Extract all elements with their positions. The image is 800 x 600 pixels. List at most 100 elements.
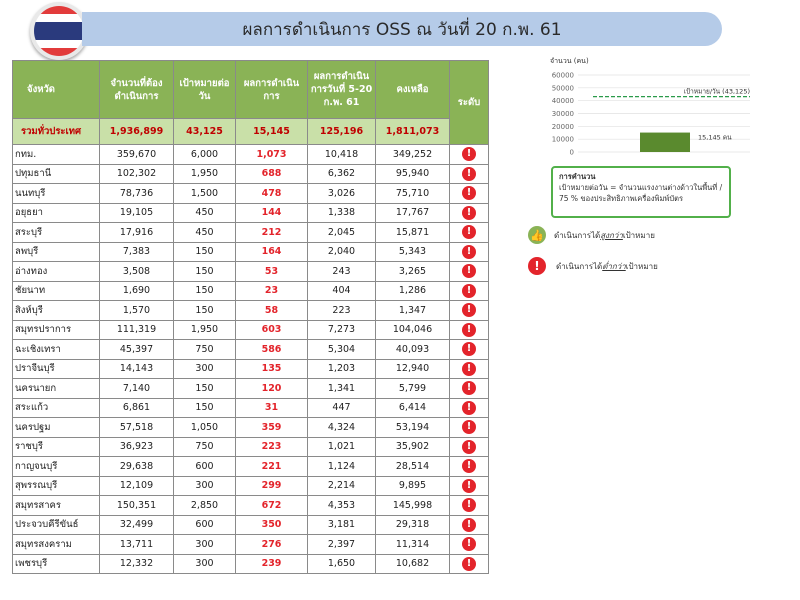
- table-row: ราชบุรี 36,923 750 223 1,021 35,902!: [12, 436, 489, 457]
- table-row: สมุทรสงคราม 13,711 300 276 2,397 11,314!: [12, 534, 489, 555]
- cell-period: 447: [307, 397, 376, 418]
- cell-result: 350: [235, 514, 308, 535]
- cell-period: 2,214: [307, 475, 376, 496]
- cell-level: !: [449, 514, 489, 535]
- cell-required: 111,319: [99, 319, 174, 340]
- cell-period: 2,045: [307, 222, 376, 243]
- cell-result: 23: [235, 280, 308, 301]
- alert-icon: !: [462, 225, 476, 240]
- cell-level: !: [449, 378, 489, 399]
- cell-target: 300: [173, 475, 236, 496]
- y-tick-label: 60000: [552, 72, 574, 80]
- cell-target: 600: [173, 514, 236, 535]
- header-level: ระดับ: [449, 60, 489, 145]
- cell-required: 19,105: [99, 202, 174, 223]
- y-axis-label: จำนวน (คน): [550, 57, 589, 65]
- table-row: ชัยนาท 1,690 150 23 404 1,286!: [12, 280, 489, 301]
- cell-remaining: 9,895: [375, 475, 450, 496]
- alert-icon: !: [462, 244, 476, 259]
- calc-line-1: เป้าหมายต่อวัน = จำนวนแรงงานต่างด้าวในพื…: [559, 183, 723, 192]
- cell-target: 750: [173, 436, 236, 457]
- cell-required: 57,518: [99, 417, 174, 438]
- cell-level: !: [449, 397, 489, 418]
- cell-remaining: 349,252: [375, 144, 450, 165]
- cell-remaining: 75,710: [375, 183, 450, 204]
- cell-period: 7,273: [307, 319, 376, 340]
- cell-remaining: 53,194: [375, 417, 450, 438]
- cell-province: ปทุมธานี: [12, 163, 100, 184]
- calc-title: การคำนวน: [559, 172, 596, 181]
- cell-required: 150,351: [99, 495, 174, 516]
- cell-result: 359: [235, 417, 308, 438]
- alert-icon: !: [462, 205, 476, 220]
- cell-target: 1,950: [173, 319, 236, 340]
- cell-remaining: 104,046: [375, 319, 450, 340]
- results-table: จังหวัด จำนวนที่ต้องดำเนินการ เป้าหมายต่…: [12, 60, 489, 574]
- cell-result: 223: [235, 436, 308, 457]
- cell-period: 404: [307, 280, 376, 301]
- cell-target: 1,500: [173, 183, 236, 204]
- cell-level: !: [449, 241, 489, 262]
- cell-period: 10,418: [307, 144, 376, 165]
- cell-result: 135: [235, 358, 308, 379]
- total-required: 1,936,899: [99, 118, 174, 145]
- table-row: สมุทรปราการ 111,319 1,950 603 7,273 104,046!: [12, 319, 489, 340]
- thumbs-up-icon: 👍: [528, 226, 546, 244]
- cell-level: !: [449, 456, 489, 477]
- cell-remaining: 1,286: [375, 280, 450, 301]
- table-row: สระบุรี 17,916 450 212 2,045 15,871!: [12, 222, 489, 243]
- page-title: ผลการดำเนินการ OSS ณ วันที่ 20 ก.พ. 61: [242, 19, 562, 40]
- cell-level: !: [449, 475, 489, 496]
- cell-required: 29,638: [99, 456, 174, 477]
- cell-target: 1,050: [173, 417, 236, 438]
- calc-line-2: 75 % ของประสิทธิภาพเครื่องพิมพ์บัตร: [559, 194, 684, 203]
- cell-period: 1,203: [307, 358, 376, 379]
- cell-province: นนทบุรี: [12, 183, 100, 204]
- cell-result: 688: [235, 163, 308, 184]
- cell-required: 45,397: [99, 339, 174, 360]
- legend-below-target: ! ดำเนินการได้ต่ำกว่าเป้าหมาย: [528, 257, 658, 275]
- cell-level: !: [449, 319, 489, 340]
- cell-level: !: [449, 417, 489, 438]
- cell-level: !: [449, 144, 489, 165]
- calculation-box: การคำนวน เป้าหมายต่อวัน = จำนวนแรงงานต่า…: [551, 166, 731, 218]
- cell-period: 5,304: [307, 339, 376, 360]
- cell-remaining: 15,871: [375, 222, 450, 243]
- table-row: กาญจนบุรี 29,638 600 221 1,124 28,514!: [12, 456, 489, 477]
- cell-period: 2,040: [307, 241, 376, 262]
- cell-level: !: [449, 202, 489, 223]
- table-row: นครปฐม 57,518 1,050 359 4,324 53,194!: [12, 417, 489, 438]
- alert-icon: !: [462, 439, 476, 454]
- cell-period: 1,341: [307, 378, 376, 399]
- cell-province: นครนายก: [12, 378, 100, 399]
- header-period: ผลการดำเนินการวันที่ 5-20 ก.พ. 61: [307, 60, 376, 119]
- cell-province: ฉะเชิงเทรา: [12, 339, 100, 360]
- table-row: ปทุมธานี 102,302 1,950 688 6,362 95,940!: [12, 163, 489, 184]
- cell-remaining: 12,940: [375, 358, 450, 379]
- cell-required: 13,711: [99, 534, 174, 555]
- cell-target: 750: [173, 339, 236, 360]
- cell-remaining: 95,940: [375, 163, 450, 184]
- alert-icon: !: [462, 381, 476, 396]
- cell-period: 6,362: [307, 163, 376, 184]
- cell-level: !: [449, 553, 489, 574]
- cell-remaining: 145,998: [375, 495, 450, 516]
- cell-province: กาญจนบุรี: [12, 456, 100, 477]
- cell-required: 6,861: [99, 397, 174, 418]
- cell-target: 450: [173, 202, 236, 223]
- cell-province: สุพรรณบุรี: [12, 475, 100, 496]
- cell-level: !: [449, 358, 489, 379]
- cell-required: 3,508: [99, 261, 174, 282]
- cell-result: 164: [235, 241, 308, 262]
- cell-remaining: 1,347: [375, 300, 450, 321]
- cell-period: 243: [307, 261, 376, 282]
- cell-period: 4,324: [307, 417, 376, 438]
- alert-icon: !: [462, 420, 476, 435]
- total-target: 43,125: [173, 118, 236, 145]
- total-result: 15,145: [235, 118, 308, 145]
- cell-result: 276: [235, 534, 308, 555]
- table-row: เพชรบุรี 12,332 300 239 1,650 10,682!: [12, 553, 489, 574]
- cell-period: 1,124: [307, 456, 376, 477]
- cell-remaining: 28,514: [375, 456, 450, 477]
- cell-result: 586: [235, 339, 308, 360]
